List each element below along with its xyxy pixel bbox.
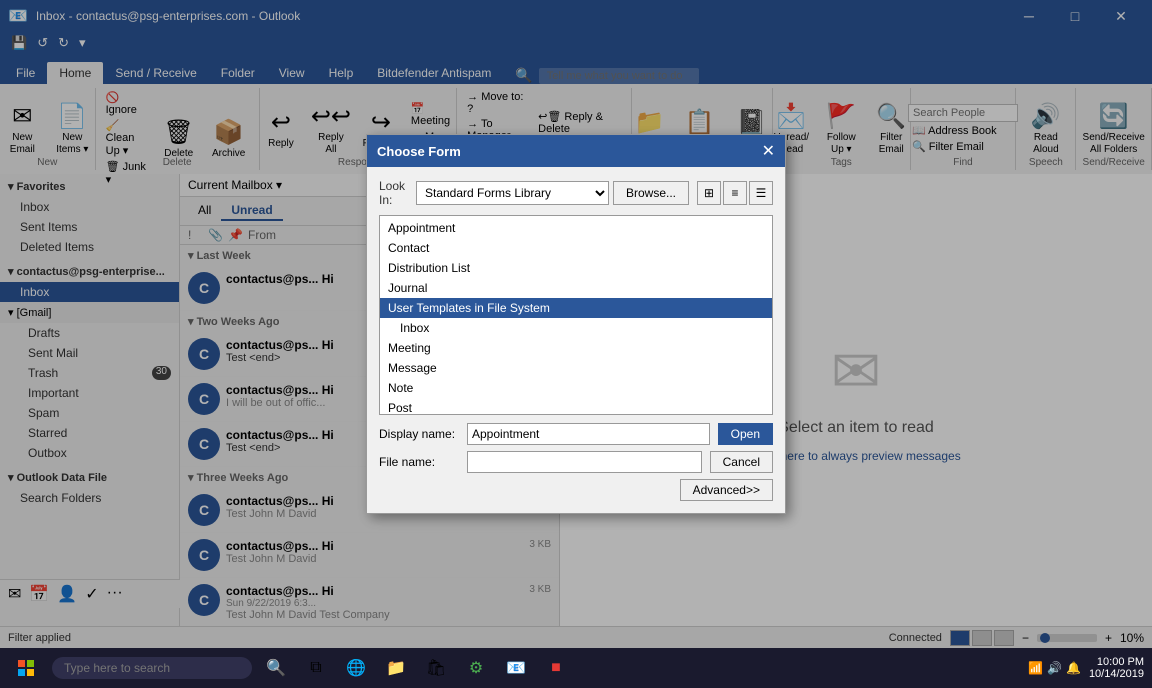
system-icons: 📶 🔊 🔔 [1028,661,1081,675]
view-list-button[interactable]: ☰ [749,181,773,205]
volume-icon[interactable]: 🔊 [1047,661,1062,675]
browse-button[interactable]: Browse... [613,181,689,205]
taskbar-taskview-icon[interactable]: ⧉ [300,652,332,684]
taskbar-search-input[interactable] [52,657,252,679]
modal-title-bar: Choose Form ✕ [367,135,785,167]
list-item-note[interactable]: Note [380,378,772,398]
taskbar: 🔍 ⧉ 🌐 📁 🛍 ⚙ 📧 ■ 📶 🔊 🔔 10:00 PM 10/14/201… [0,648,1152,688]
clock-time: 10:00 PM [1089,656,1144,668]
list-item-journal[interactable]: Journal [380,278,772,298]
clock[interactable]: 10:00 PM 10/14/2019 [1089,656,1144,680]
modal-overlay: Choose Form ✕ Look In: Standard Forms Li… [0,0,1152,648]
look-in-select[interactable]: Standard Forms Library Personal Forms Li… [416,181,609,205]
list-item-distribution[interactable]: Distribution List [380,258,772,278]
list-item-meeting[interactable]: Meeting [380,338,772,358]
taskbar-outlook-icon[interactable]: 📧 [500,652,532,684]
modal-title: Choose Form [377,144,461,159]
choose-form-modal: Choose Form ✕ Look In: Standard Forms Li… [366,134,786,514]
look-in-row: Look In: Standard Forms Library Personal… [379,179,773,207]
advanced-row: Advanced>> [379,479,773,501]
list-item-inbox[interactable]: Inbox [380,318,772,338]
taskbar-cortana-icon[interactable]: 🔍 [260,652,292,684]
advanced-button[interactable]: Advanced>> [680,479,773,501]
taskbar-app-icon[interactable]: ■ [540,652,572,684]
start-button[interactable] [8,650,44,686]
view-large-icons-button[interactable]: ⊞ [697,181,721,205]
form-list: Appointment Contact Distribution List Jo… [379,215,773,415]
open-button[interactable]: Open [718,423,773,445]
modal-body: Look In: Standard Forms Library Personal… [367,167,785,513]
list-item-message[interactable]: Message [380,358,772,378]
taskbar-right: 📶 🔊 🔔 10:00 PM 10/14/2019 [1028,656,1144,680]
list-item-appointment[interactable]: Appointment [380,218,772,238]
taskbar-chrome-icon[interactable]: ⚙ [460,652,492,684]
display-name-input[interactable] [467,423,710,445]
view-small-icons-button[interactable]: ≡ [723,181,747,205]
display-name-row: Display name: Open [379,423,773,445]
cancel-button[interactable]: Cancel [710,451,773,473]
list-item-user-templates[interactable]: User Templates in File System [380,298,772,318]
network-icon[interactable]: 📶 [1028,661,1043,675]
notification-icon[interactable]: 🔔 [1066,661,1081,675]
list-item-contact[interactable]: Contact [380,238,772,258]
taskbar-edge-icon[interactable]: 🌐 [340,652,372,684]
list-item-post[interactable]: Post [380,398,772,415]
modal-close-button[interactable]: ✕ [762,141,775,161]
taskbar-explorer-icon[interactable]: 📁 [380,652,412,684]
file-name-label: File name: [379,455,459,469]
clock-date: 10/14/2019 [1089,668,1144,680]
display-name-label: Display name: [379,427,459,441]
look-in-label: Look In: [379,179,408,207]
taskbar-store-icon[interactable]: 🛍 [420,652,452,684]
file-name-row: File name: Cancel [379,451,773,473]
file-name-input[interactable] [467,451,702,473]
